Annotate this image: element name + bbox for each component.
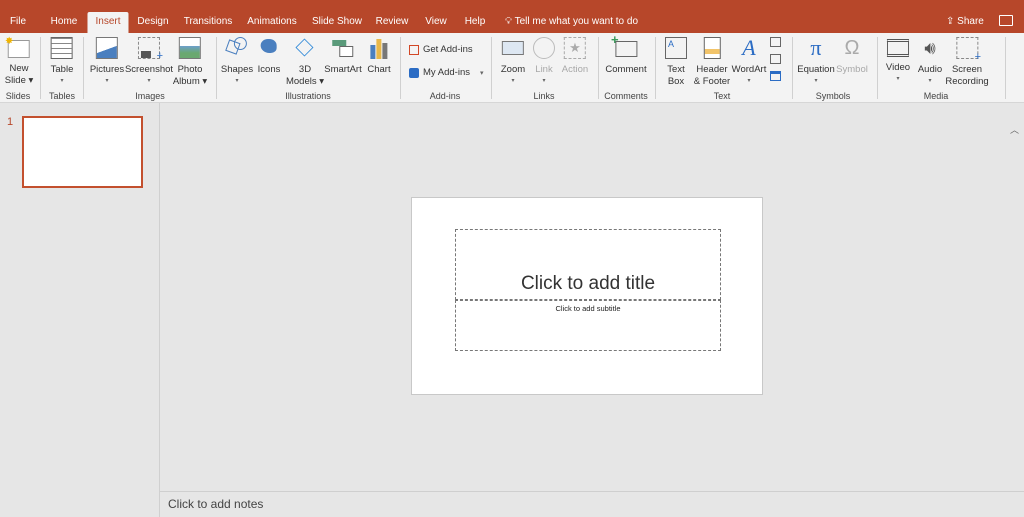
pi-icon: π bbox=[810, 35, 822, 60]
tab-help[interactable]: Help bbox=[457, 12, 494, 33]
my-addins-button[interactable]: My Add-ins ▾ bbox=[409, 67, 484, 78]
group-links-label: Links bbox=[533, 91, 555, 101]
header-footer-button[interactable]: Header & Footer bbox=[694, 37, 730, 88]
group-images-label: Images bbox=[135, 91, 165, 101]
screenshot-icon: + bbox=[138, 37, 163, 62]
comment-button[interactable]: + Comment bbox=[605, 33, 646, 76]
tab-transitions[interactable]: Transitions bbox=[176, 12, 241, 33]
slide-thumbnail[interactable] bbox=[22, 116, 143, 188]
table-button[interactable]: Table ▾ bbox=[51, 37, 73, 86]
title-bar: File Home Insert Design Transitions Anim… bbox=[0, 0, 1024, 33]
title-placeholder-text: Click to add title bbox=[520, 273, 656, 294]
icons-icon bbox=[258, 37, 280, 59]
screen-recording-button[interactable]: + Screen Recording bbox=[945, 37, 989, 88]
share-label: Share bbox=[957, 16, 984, 27]
slide-number-icon[interactable] bbox=[770, 54, 781, 64]
smartart-icon bbox=[331, 37, 354, 59]
equation-button[interactable]: π Equation ▾ bbox=[797, 37, 835, 86]
chart-button[interactable]: Chart bbox=[367, 37, 391, 76]
tab-design[interactable]: Design bbox=[129, 12, 176, 33]
new-slide-icon: ✸ bbox=[5, 36, 30, 58]
lightbulb-icon: 💡︎ bbox=[505, 16, 512, 27]
get-addins-button[interactable]: Get Add-ins bbox=[409, 44, 473, 55]
wordart-icon: A bbox=[742, 35, 756, 60]
header-footer-icon bbox=[703, 37, 721, 59]
title-placeholder[interactable]: Click to add title bbox=[455, 229, 721, 300]
tab-animations[interactable]: Animations bbox=[239, 12, 304, 33]
zoom-icon bbox=[501, 41, 524, 55]
group-addins-label: Add-ins bbox=[429, 91, 461, 101]
wordart-button[interactable]: A WordArt ▾ bbox=[732, 37, 767, 86]
group-tables-label: Tables bbox=[48, 91, 76, 101]
text-box-icon: A bbox=[665, 37, 687, 59]
screenshot-button[interactable]: + Screenshot ▾ bbox=[125, 37, 173, 86]
group-slides-label: Slides bbox=[5, 91, 31, 101]
action-button[interactable]: ★ Action bbox=[562, 37, 588, 76]
chart-icon bbox=[368, 37, 390, 59]
link-button[interactable]: Link ▾ bbox=[533, 37, 555, 86]
store-icon bbox=[409, 44, 419, 55]
group-illustrations-label: Illustrations bbox=[285, 91, 331, 101]
slide-canvas: Click to add title Click to add subtitle bbox=[411, 197, 763, 395]
action-icon: ★ bbox=[564, 37, 586, 59]
addins-icon bbox=[409, 67, 419, 78]
share-button[interactable]: ⇪ Share bbox=[946, 12, 984, 32]
omega-icon: Ω bbox=[844, 37, 860, 59]
table-icon bbox=[51, 37, 73, 59]
text-box-button[interactable]: A Text Box bbox=[665, 37, 687, 88]
link-icon bbox=[533, 37, 555, 59]
film-icon bbox=[886, 39, 909, 57]
slide-thumbnails-pane: 1 bbox=[0, 103, 160, 517]
tab-view[interactable]: View bbox=[417, 12, 455, 33]
slide-number: 1 bbox=[7, 116, 14, 128]
cube-icon bbox=[294, 37, 316, 59]
pictures-button[interactable]: Pictures ▾ bbox=[90, 37, 124, 86]
tab-file[interactable]: File bbox=[2, 12, 34, 33]
notes-placeholder: Click to add notes bbox=[168, 497, 264, 511]
photo-album-button[interactable]: Photo Album ▾ bbox=[173, 37, 207, 88]
tab-insert[interactable]: Insert bbox=[87, 12, 129, 33]
comment-icon: + bbox=[611, 33, 637, 57]
shapes-icon bbox=[225, 37, 248, 59]
tab-home[interactable]: Home bbox=[43, 12, 86, 33]
notes-pane[interactable]: Click to add notes bbox=[160, 491, 1024, 517]
subtitle-placeholder-text: Click to add subtitle bbox=[555, 304, 621, 313]
smartart-button[interactable]: SmartArt bbox=[324, 37, 362, 76]
tell-me-label: Tell me what you want to do bbox=[514, 16, 639, 27]
share-icon: ⇪ bbox=[946, 16, 955, 27]
speaker-icon: 🔊︎ bbox=[924, 38, 936, 58]
ribbon: ✸ New Slide ▾ Table ▾ Pictures ▾ + Screenshot… bbox=[0, 33, 1024, 135]
shapes-button[interactable]: Shapes ▾ bbox=[221, 37, 253, 86]
tab-slide-show[interactable]: Slide Show bbox=[304, 12, 370, 33]
3d-models-button[interactable]: 3D Models ▾ bbox=[286, 37, 324, 88]
group-comments-label: Comments bbox=[604, 91, 648, 101]
video-button[interactable]: Video ▾ bbox=[886, 37, 910, 84]
subtitle-placeholder[interactable]: Click to add subtitle bbox=[455, 300, 721, 351]
tab-review[interactable]: Review bbox=[368, 12, 417, 33]
collapse-ribbon-icon[interactable]: ︿ bbox=[1010, 123, 1019, 136]
tell-me-search[interactable]: 💡︎ Tell me what you want to do bbox=[505, 12, 638, 32]
photo-album-icon bbox=[178, 37, 201, 59]
zoom-button[interactable]: Zoom ▾ bbox=[501, 37, 525, 86]
group-text-label: Text bbox=[713, 91, 731, 101]
date-time-icon[interactable] bbox=[770, 37, 781, 47]
symbol-button[interactable]: Ω Symbol bbox=[836, 37, 868, 76]
comments-icon[interactable] bbox=[999, 15, 1013, 26]
group-symbols-label: Symbols bbox=[815, 91, 851, 101]
audio-button[interactable]: 🔊︎ Audio ▾ bbox=[918, 37, 942, 86]
object-icon[interactable] bbox=[770, 71, 781, 81]
icons-button[interactable]: Icons bbox=[258, 37, 280, 76]
screen-recording-icon: + bbox=[956, 37, 981, 63]
pictures-icon bbox=[95, 37, 118, 59]
group-media-label: Media bbox=[923, 91, 949, 101]
new-slide-button[interactable]: ✸ New Slide ▾ bbox=[5, 36, 34, 87]
